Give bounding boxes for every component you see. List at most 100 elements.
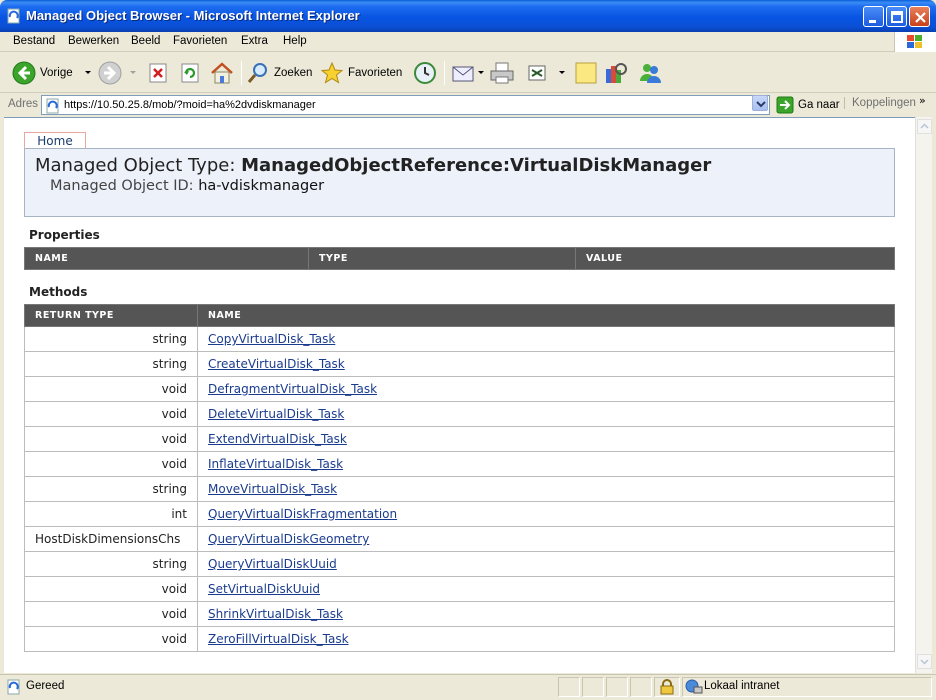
chevron-down-icon: [130, 71, 136, 74]
method-name-cell: ExtendVirtualDisk_Task: [197, 426, 895, 452]
mail-icon: [452, 66, 474, 82]
address-dropdown-button[interactable]: [752, 95, 768, 111]
return-type-cell: void: [24, 601, 198, 627]
menu-favorieten[interactable]: Favorieten: [173, 35, 227, 47]
method-link[interactable]: InflateVirtualDisk_Task: [208, 457, 343, 471]
history-button[interactable]: [412, 60, 438, 86]
minimize-button[interactable]: [863, 6, 884, 27]
research-button[interactable]: [604, 60, 628, 86]
return-type-cell: void: [24, 626, 198, 652]
search-icon: [247, 63, 267, 83]
table-row: void ZeroFillVirtualDisk_Task: [24, 626, 895, 652]
method-name-cell: CopyVirtualDisk_Task: [197, 326, 895, 352]
window-title: Managed Object Browser - Microsoft Inter…: [26, 8, 360, 23]
table-row: void SetVirtualDiskUuid: [24, 576, 895, 602]
security-pane[interactable]: [654, 677, 680, 697]
method-link[interactable]: QueryVirtualDiskGeometry: [208, 532, 369, 546]
chevron-down-icon: [84, 71, 91, 74]
stop-button[interactable]: [147, 60, 169, 86]
status-pane: [630, 677, 652, 697]
table-row: string CopyVirtualDisk_Task: [24, 326, 895, 352]
mail-button[interactable]: [451, 60, 485, 86]
print-button[interactable]: [489, 60, 515, 86]
method-name-cell: QueryVirtualDiskGeometry: [197, 526, 895, 552]
home-icon: [211, 62, 233, 84]
address-input[interactable]: https://10.50.25.8/mob/?moid=ha%2dvdiskm…: [41, 95, 770, 115]
go-button[interactable]: Ga naar: [776, 96, 840, 114]
ie-page-icon: [46, 98, 59, 114]
method-link[interactable]: ShrinkVirtualDisk_Task: [208, 607, 343, 621]
forward-arrow-icon: [98, 61, 122, 85]
method-name-cell: DefragmentVirtualDisk_Task: [197, 376, 895, 402]
scroll-up-button[interactable]: [917, 119, 932, 134]
object-header: Managed Object Type: ManagedObjectRefere…: [24, 148, 895, 217]
return-type-cell: string: [24, 476, 198, 502]
status-pane: [558, 677, 580, 697]
status-text: Gereed: [26, 680, 65, 692]
menu-beeld[interactable]: Beeld: [131, 35, 160, 47]
intranet-icon: [685, 679, 703, 694]
menu-bestand[interactable]: Bestand: [13, 35, 55, 47]
refresh-button[interactable]: [179, 60, 201, 86]
favorites-button[interactable]: Favorieten: [320, 60, 402, 86]
discuss-button[interactable]: [574, 60, 598, 86]
menu-extra[interactable]: Extra: [241, 35, 268, 47]
menu-help[interactable]: Help: [283, 35, 307, 47]
research-icon: [606, 63, 627, 83]
properties-title: Properties: [29, 228, 100, 242]
properties-header-row: NAME TYPE VALUE: [24, 247, 895, 270]
edit-icon: [528, 65, 546, 81]
return-type-cell: void: [24, 576, 198, 602]
search-button[interactable]: Zoeken: [246, 60, 312, 86]
method-name-cell: DeleteVirtualDisk_Task: [197, 401, 895, 427]
return-type-cell: string: [24, 351, 198, 377]
links-chevron-icon[interactable]: »: [919, 94, 926, 107]
toolbar-separator: [241, 61, 242, 85]
method-link[interactable]: DefragmentVirtualDisk_Task: [208, 382, 377, 396]
method-name-cell: CreateVirtualDisk_Task: [197, 351, 895, 377]
method-link[interactable]: SetVirtualDiskUuid: [208, 582, 320, 596]
chevron-down-icon: [559, 71, 565, 74]
return-type-cell: void: [24, 426, 198, 452]
return-type-cell: void: [24, 376, 198, 402]
method-link[interactable]: ExtendVirtualDisk_Task: [208, 432, 347, 446]
method-name-cell: ShrinkVirtualDisk_Task: [197, 601, 895, 627]
windows-flag-icon: [907, 35, 922, 48]
methods-header-row: RETURN TYPE NAME: [24, 304, 895, 327]
zone-text: Lokaal intranet: [704, 680, 780, 692]
edit-button[interactable]: [527, 60, 569, 86]
home-button[interactable]: [209, 60, 235, 86]
chevron-up-icon: [920, 123, 929, 129]
back-button[interactable]: Vorige: [12, 60, 95, 86]
table-row: string QueryVirtualDiskUuid: [24, 551, 895, 577]
toolbar: Vorige Zoeken Favorieten: [0, 53, 936, 93]
chevron-down-icon: [756, 101, 766, 108]
status-bar: Gereed Lokaal intranet: [0, 674, 936, 700]
chevron-down-icon: [920, 659, 929, 665]
vertical-scrollbar[interactable]: [915, 117, 932, 673]
properties-table: NAME TYPE VALUE: [24, 247, 895, 270]
status-pane: [606, 677, 628, 697]
scroll-down-button[interactable]: [917, 654, 932, 669]
method-link[interactable]: CreateVirtualDisk_Task: [208, 357, 345, 371]
method-link[interactable]: DeleteVirtualDisk_Task: [208, 407, 344, 421]
method-link[interactable]: MoveVirtualDisk_Task: [208, 482, 337, 496]
menu-bewerken[interactable]: Bewerken: [68, 35, 119, 47]
maximize-button[interactable]: [886, 6, 907, 27]
method-link[interactable]: QueryVirtualDiskUuid: [208, 557, 337, 571]
close-button[interactable]: [909, 6, 930, 27]
forward-button[interactable]: [98, 60, 140, 86]
address-url: https://10.50.25.8/mob/?moid=ha%2dvdiskm…: [64, 99, 316, 111]
table-row: int QueryVirtualDiskFragmentation: [24, 501, 895, 527]
object-id: Managed Object ID: ha-vdiskmanager: [50, 178, 325, 194]
method-link[interactable]: CopyVirtualDisk_Task: [208, 332, 335, 346]
home-link[interactable]: Home: [24, 132, 86, 149]
chevron-down-icon: [478, 71, 484, 74]
links-button[interactable]: Koppelingen: [844, 97, 916, 109]
back-arrow-icon: [12, 61, 36, 85]
method-link[interactable]: ZeroFillVirtualDisk_Task: [208, 632, 349, 646]
properties-col-value: VALUE: [575, 247, 895, 270]
return-type-cell: HostDiskDimensionsChs: [24, 526, 198, 552]
method-link[interactable]: QueryVirtualDiskFragmentation: [208, 507, 397, 521]
messenger-button[interactable]: [637, 60, 663, 86]
